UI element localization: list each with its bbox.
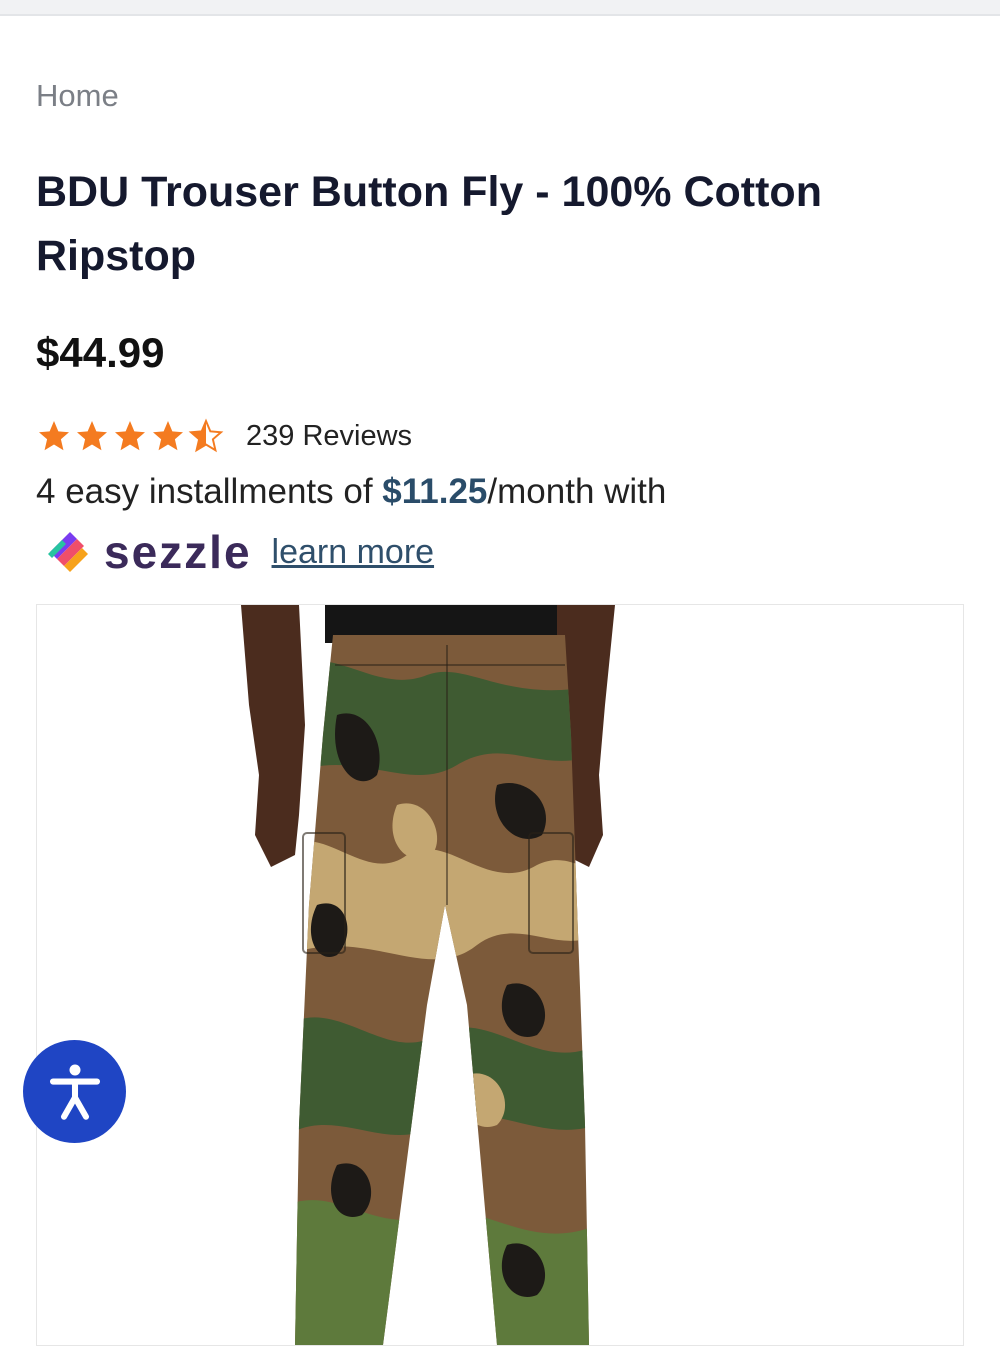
sezzle-row: sezzle learn more: [44, 524, 434, 580]
installment-amount: $11.25: [382, 472, 488, 511]
star-full-icon: [39, 421, 69, 451]
accessibility-person-icon: [49, 1064, 100, 1120]
accessibility-button[interactable]: [23, 1040, 126, 1143]
star-half-icon: [188, 418, 224, 453]
product-image[interactable]: [36, 604, 964, 1346]
installments-suffix: /month with: [487, 472, 667, 511]
breadcrumb-home[interactable]: Home: [36, 78, 119, 114]
star-full-icon: [77, 421, 107, 451]
top-bar: [0, 0, 1000, 16]
installments-text: 4 easy installments of $11.25/month with: [36, 472, 666, 512]
camouflage-cargo-pants-photo: [37, 605, 963, 1345]
star-full-icon: [115, 421, 145, 451]
star-full-icon: [153, 421, 183, 451]
rating-row[interactable]: 239 Reviews: [36, 416, 412, 456]
star-rating[interactable]: [36, 418, 224, 454]
learn-more-link[interactable]: learn more: [272, 533, 435, 572]
installments-prefix: 4 easy installments of: [36, 472, 383, 511]
sezzle-logo-icon: [48, 532, 88, 572]
product-price: $44.99: [36, 329, 165, 376]
product-title: BDU Trouser Button Fly - 100% Cotton Rip…: [36, 168, 822, 280]
sezzle-brand: sezzle: [104, 526, 252, 578]
reviews-link[interactable]: 239 Reviews: [246, 420, 412, 453]
